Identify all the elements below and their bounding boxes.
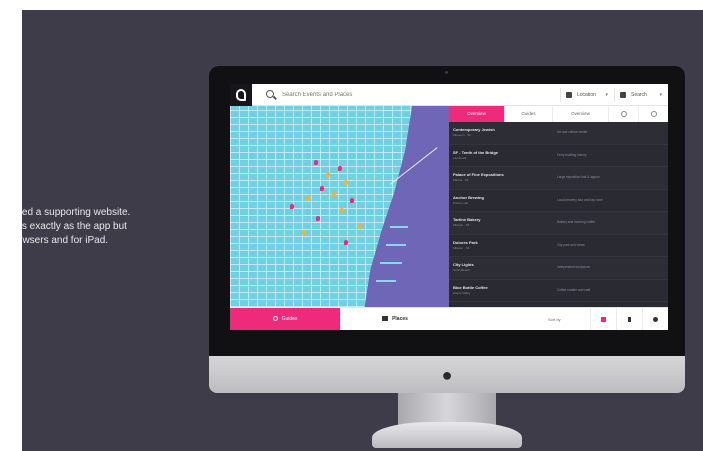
item-subtitle: Mission · SF: [453, 245, 470, 250]
camera-icon: [445, 71, 448, 74]
description-line-2: orks exactly as the app but: [22, 221, 127, 232]
map-pin[interactable]: [316, 216, 320, 221]
list-item[interactable]: SF - Tenth of the Bridge Landmark Ferry …: [449, 145, 668, 167]
map-pin[interactable]: [340, 208, 344, 213]
app-screen: Location ▾ Search ▾: [230, 84, 668, 330]
item-description: City park and views: [557, 242, 585, 247]
guides-button[interactable]: Guides: [230, 308, 340, 330]
places-button[interactable]: Places: [340, 308, 450, 330]
item-description: Independent bookstore: [557, 265, 590, 269]
map-pin[interactable]: [320, 186, 324, 191]
list-item[interactable]: Contemporary Jewish Museum · SF Art and …: [449, 122, 668, 145]
item-description: Large exposition hall & lagoon: [557, 175, 600, 179]
item-name: Dolores Park: [453, 239, 478, 245]
filter-button[interactable]: [616, 308, 642, 330]
menu-label: Search: [631, 92, 647, 98]
map-pin[interactable]: [314, 160, 318, 165]
item-subtitle: Marina · SF: [453, 178, 469, 182]
map-pin[interactable]: [290, 204, 294, 209]
item-subtitle: Potrero Hill: [453, 200, 468, 205]
compass-icon: [272, 316, 278, 322]
item-name: SF - Tenth of the Bridge: [453, 149, 499, 155]
map-pier: [386, 244, 406, 246]
location-dropdown[interactable]: Location ▾: [560, 88, 612, 102]
list-view-button[interactable]: [590, 308, 616, 330]
panel-tabs: Overview Guides Overview: [449, 106, 668, 122]
map-pin[interactable]: [306, 196, 310, 201]
map-pin[interactable]: [338, 166, 342, 171]
map-pier: [380, 262, 402, 264]
map-pin[interactable]: [358, 224, 362, 229]
places-label: Places: [392, 316, 408, 322]
list-item[interactable]: Dolores Park Mission · SF City park and …: [449, 235, 668, 257]
chevron-down-icon: ▾: [659, 92, 662, 98]
map-pin[interactable]: [350, 198, 354, 203]
sort-label[interactable]: Sort by: [548, 308, 561, 330]
description-line-1: eated a supporting website.: [22, 207, 131, 218]
map-pin[interactable]: [302, 230, 306, 235]
list-item[interactable]: Tartine Bakery Mission · SF Bakery and m…: [449, 212, 668, 235]
tab-guides[interactable]: Guides: [504, 106, 552, 122]
list-item[interactable]: Blue Bottle Coffee Hayes Valley Coffee r…: [449, 280, 668, 302]
item-description: Art and culture center: [557, 130, 588, 134]
list-item[interactable]: Palace of Fine Expositions Marina · SF L…: [449, 167, 668, 190]
tab-settings[interactable]: [608, 106, 638, 122]
tab-info[interactable]: [638, 106, 668, 122]
guides-label: Guides: [281, 316, 298, 322]
item-name: Palace of Fine Expositions: [453, 172, 504, 177]
imac-stand-neck: [398, 393, 496, 425]
description-line-3: browsers and for iPad.: [22, 235, 109, 246]
item-description: Ferry building history: [557, 152, 587, 157]
imac-chin: ●: [209, 356, 685, 393]
menu-icon: [620, 92, 626, 98]
map-pin[interactable]: [344, 180, 348, 185]
item-description: Bakery and morning coffee: [557, 220, 596, 224]
city-map[interactable]: [230, 106, 449, 307]
map-pin[interactable]: [344, 240, 348, 245]
list-item[interactable]: City Lights North Beach Independent book…: [449, 257, 668, 280]
tab-overview[interactable]: Overview: [449, 106, 504, 122]
app-logo-icon[interactable]: [230, 84, 252, 106]
list-item[interactable]: Anchor Brewing Potrero Hill Local brewer…: [449, 190, 668, 212]
item-description: Local brewery tour and tap room: [557, 197, 603, 202]
map-pier: [376, 280, 396, 282]
imac-stand-foot: [372, 422, 522, 448]
map-pin[interactable]: [326, 172, 330, 177]
apple-logo-icon: ●: [441, 365, 453, 385]
results-panel: Overview Guides Overview Contemporary Je…: [449, 106, 668, 307]
search-icon: [266, 90, 274, 98]
description-text: eated a supporting website. orks exactly…: [22, 206, 130, 248]
item-subtitle: Museum · SF: [453, 133, 472, 137]
bottom-bar: Guides Places Sort by: [230, 307, 668, 330]
map-pin[interactable]: [332, 192, 336, 197]
item-name: Blue Bottle Coffee: [453, 284, 488, 290]
presentation-backdrop: eated a supporting website. orks exactly…: [22, 10, 703, 451]
item-subtitle: North Beach: [453, 268, 470, 272]
list-icon: [601, 317, 606, 322]
tab-overview-secondary[interactable]: Overview: [552, 106, 608, 122]
location-icon: [566, 92, 572, 98]
building-icon: [382, 316, 389, 322]
top-bar: Location ▾ Search ▾: [230, 84, 668, 106]
item-subtitle: Hayes Valley: [453, 290, 471, 295]
gear-icon: [620, 110, 627, 117]
search-input[interactable]: [282, 89, 482, 101]
map-pier: [390, 226, 408, 228]
item-name: City Lights: [453, 262, 474, 267]
results-list: Contemporary Jewish Museum · SF Art and …: [449, 122, 668, 302]
item-name: Anchor Brewing: [453, 194, 484, 200]
location-label: Location: [577, 92, 596, 98]
locate-icon: [653, 317, 658, 322]
chevron-down-icon: ▾: [605, 92, 608, 98]
info-icon: [650, 110, 657, 117]
location-button[interactable]: [642, 308, 668, 330]
menu-dropdown[interactable]: Search ▾: [614, 88, 666, 102]
imac-bezel: Location ▾ Search ▾: [209, 66, 685, 356]
item-name: Tartine Bakery: [453, 217, 481, 222]
item-subtitle: Landmark: [453, 155, 467, 160]
item-subtitle: Mission · SF: [453, 223, 470, 227]
filter-icon: [628, 317, 631, 322]
item-description: Coffee roaster and café: [557, 287, 591, 292]
item-name: Contemporary Jewish: [453, 127, 495, 132]
